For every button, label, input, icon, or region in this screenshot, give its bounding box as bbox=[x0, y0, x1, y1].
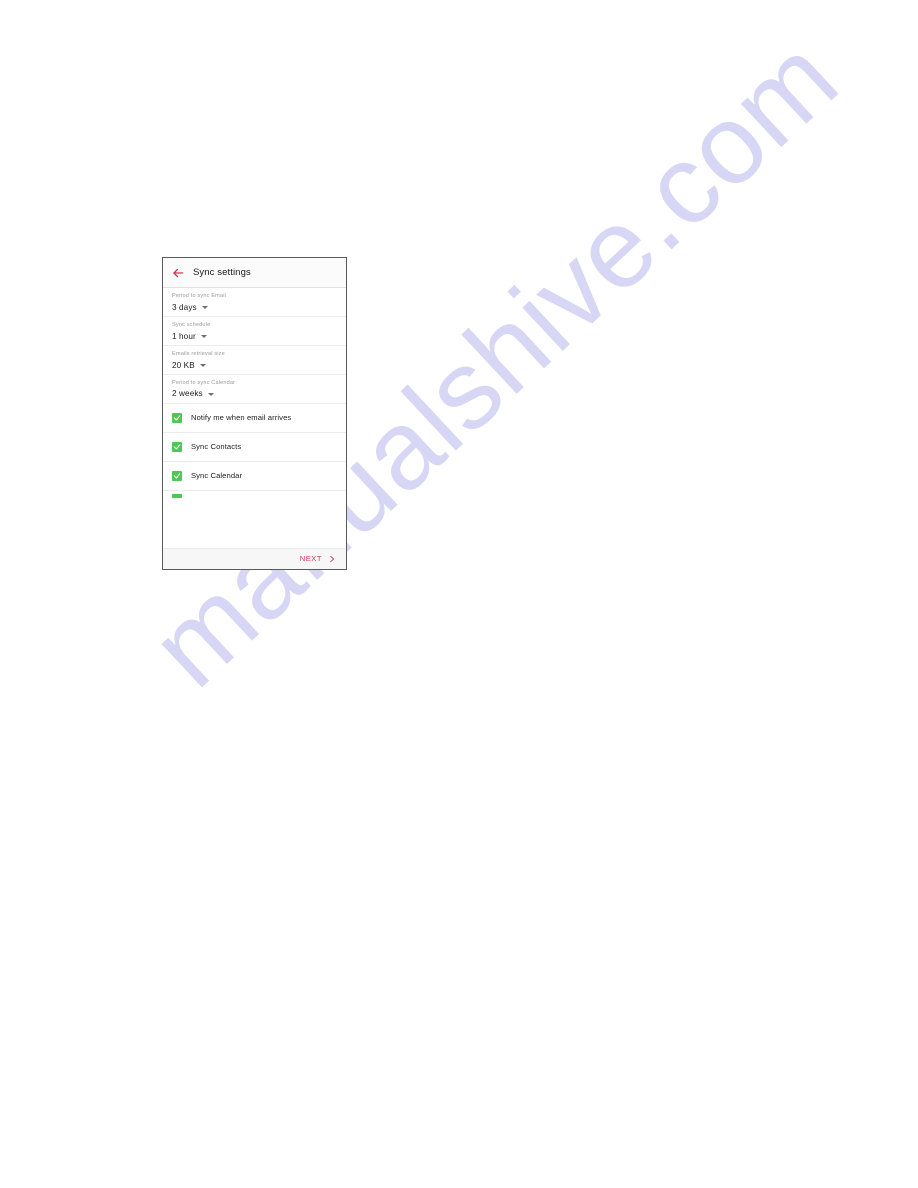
checkbox-checked-icon[interactable] bbox=[172, 412, 182, 423]
setting-row-emails-retrieval-size[interactable]: Emails retrieval size 20 KB bbox=[163, 346, 346, 375]
chevron-down-icon[interactable] bbox=[199, 364, 206, 368]
setting-value: 20 KB bbox=[172, 360, 195, 370]
footer-bar: NEXT bbox=[163, 548, 346, 569]
checkbox-label: Notify me when email arrives bbox=[191, 412, 292, 422]
setting-row-notify-me-when-email-arrives[interactable]: Notify me when email arrives bbox=[163, 404, 346, 433]
checkbox-checked-icon[interactable] bbox=[172, 441, 182, 452]
chevron-down-icon[interactable] bbox=[207, 393, 214, 397]
setting-row-period-to-sync-calendar[interactable]: Period to sync Calendar 2 weeks bbox=[163, 375, 346, 404]
settings-list: Period to sync Email 3 days Sync schedul… bbox=[163, 288, 346, 548]
checkbox-label: Sync Calendar bbox=[191, 470, 243, 480]
setting-label: Period to sync Email bbox=[172, 293, 226, 299]
setting-row-period-to-sync-email[interactable]: Period to sync Email 3 days bbox=[163, 288, 346, 317]
next-button-label: NEXT bbox=[299, 554, 322, 564]
setting-value: 1 hour bbox=[172, 331, 196, 341]
setting-row-sync-calendar[interactable]: Sync Calendar bbox=[163, 462, 346, 491]
setting-label: Sync schedule bbox=[172, 321, 211, 328]
chevron-down-icon[interactable] bbox=[201, 306, 208, 310]
setting-row-sync-contacts[interactable]: Sync Contacts bbox=[163, 433, 346, 462]
setting-row-partial[interactable] bbox=[163, 491, 346, 505]
device-screenshot-card: Sync settings Period to sync Email 3 day… bbox=[162, 257, 347, 570]
chevron-down-icon[interactable] bbox=[200, 335, 207, 339]
chevron-right-icon bbox=[328, 555, 336, 563]
setting-value: 3 days bbox=[172, 302, 197, 312]
setting-row-sync-schedule[interactable]: Sync schedule 1 hour bbox=[163, 317, 346, 346]
setting-value: 2 weeks bbox=[172, 389, 203, 399]
setting-label: Emails retrieval size bbox=[172, 350, 225, 357]
app-bar: Sync settings bbox=[163, 258, 346, 288]
page-title: Sync settings bbox=[193, 266, 251, 278]
checkbox-checked-icon[interactable] bbox=[172, 493, 182, 498]
next-button[interactable]: NEXT bbox=[300, 555, 336, 563]
arrow-left-icon[interactable] bbox=[170, 265, 185, 280]
checkbox-checked-icon[interactable] bbox=[172, 470, 182, 481]
checkbox-label: Sync Contacts bbox=[191, 441, 242, 451]
setting-label: Period to sync Calendar bbox=[172, 379, 236, 386]
